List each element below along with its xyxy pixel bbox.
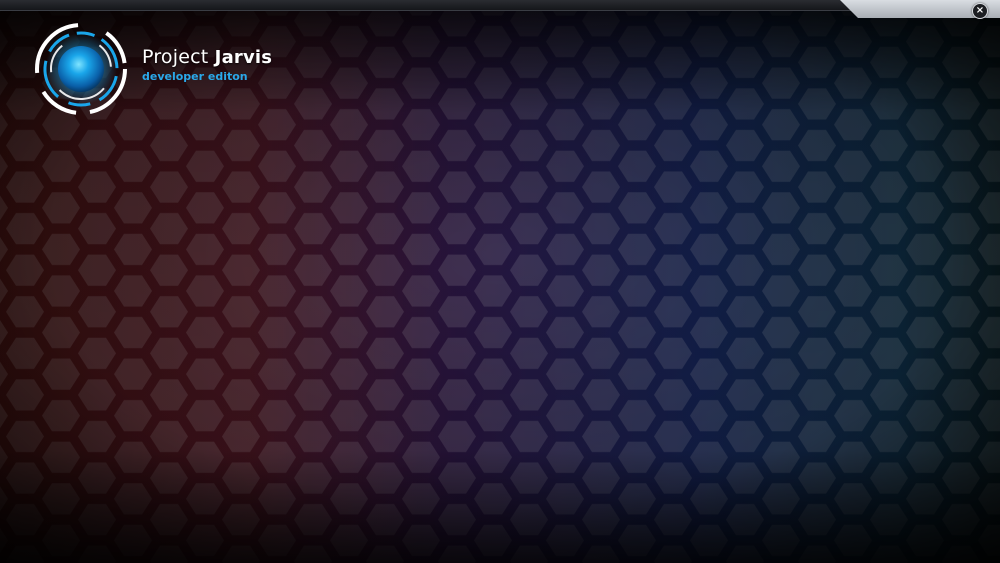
- app-title: Project Jarvis: [142, 46, 272, 69]
- app-window: × Project Jarvis developer editon: [0, 0, 1000, 563]
- app-subtitle: developer editon: [142, 70, 248, 83]
- app-title-block: Project Jarvis developer editon: [142, 46, 272, 83]
- app-title-part2: Jarvis: [214, 47, 273, 68]
- hexagon-background: [0, 0, 1000, 563]
- app-title-part1: Project: [142, 46, 209, 68]
- close-icon: ×: [975, 5, 985, 16]
- close-button[interactable]: ×: [972, 3, 988, 19]
- glowing-ring-logo-icon: [35, 23, 127, 115]
- title-bar[interactable]: [0, 0, 860, 11]
